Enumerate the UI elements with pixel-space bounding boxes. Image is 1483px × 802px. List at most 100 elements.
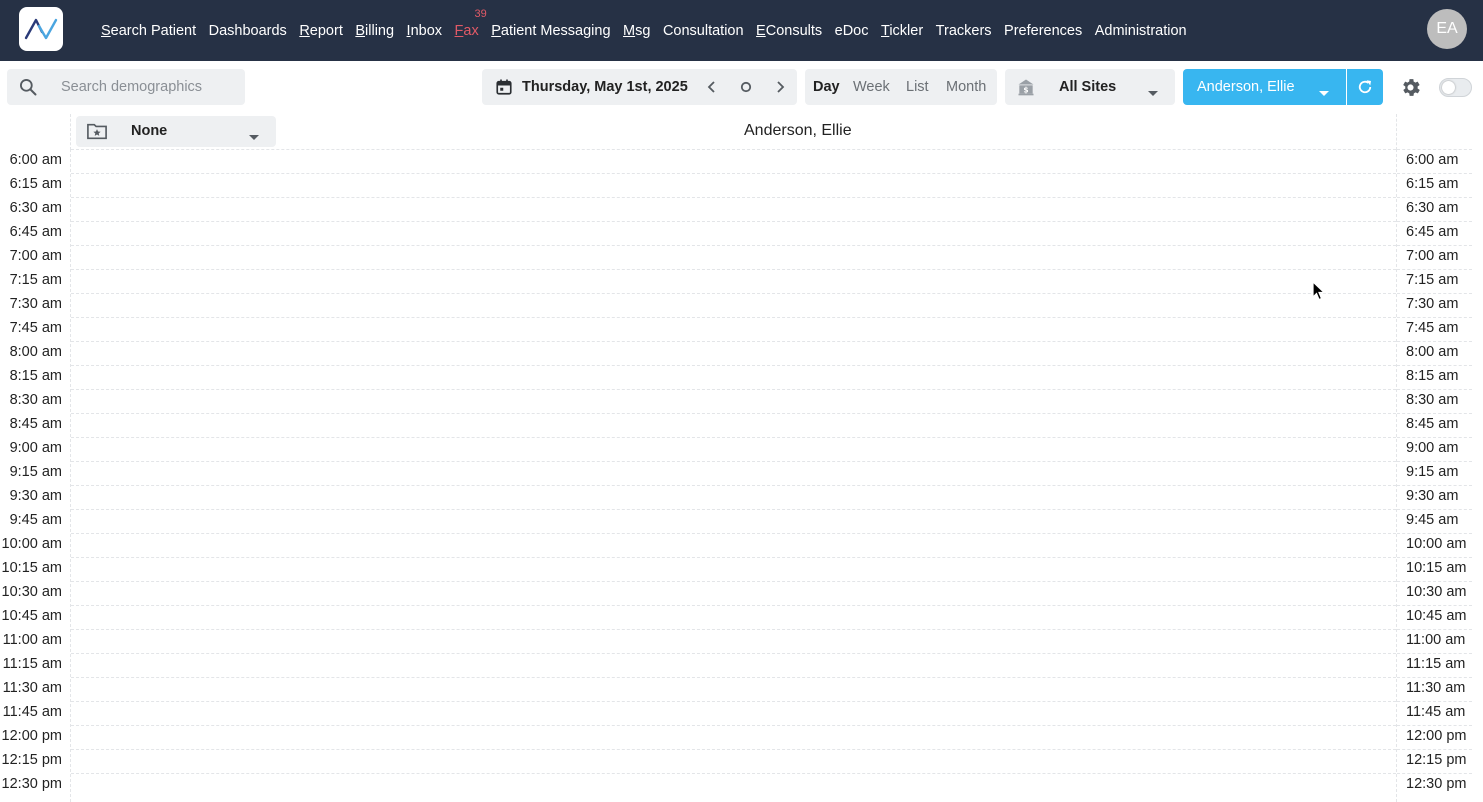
slot-divider bbox=[1397, 581, 1472, 582]
time-label-left: 9:15 am bbox=[9, 464, 62, 480]
appointment-slot[interactable] bbox=[71, 318, 1396, 341]
appointment-slot[interactable] bbox=[71, 366, 1396, 389]
appointment-slot[interactable] bbox=[71, 462, 1396, 485]
time-label-left: 10:15 am bbox=[1, 560, 62, 576]
appointment-slot[interactable] bbox=[71, 270, 1396, 293]
nav-preferences[interactable]: Preferences bbox=[1004, 23, 1082, 39]
appointment-slot[interactable] bbox=[71, 702, 1396, 725]
appointment-slot[interactable] bbox=[71, 294, 1396, 317]
time-label-left: 10:30 am bbox=[1, 584, 62, 600]
appointment-slot[interactable] bbox=[71, 678, 1396, 701]
appointment-slot[interactable] bbox=[71, 390, 1396, 413]
time-slot-row: 8:15 am 8:15 am bbox=[0, 365, 1483, 389]
view-month-button[interactable]: Month bbox=[946, 79, 986, 95]
slot-divider bbox=[1397, 437, 1472, 438]
appointment-slot[interactable] bbox=[71, 606, 1396, 629]
time-label-right: 10:00 am bbox=[1406, 536, 1467, 552]
user-avatar[interactable]: EA bbox=[1427, 9, 1467, 49]
time-label-right: 11:00 am bbox=[1406, 632, 1466, 648]
appointment-slot[interactable] bbox=[71, 774, 1396, 797]
slot-divider bbox=[1397, 245, 1472, 246]
nav-report[interactable]: Report bbox=[299, 23, 343, 39]
caret-down-icon bbox=[248, 128, 260, 146]
previous-day-button[interactable] bbox=[700, 75, 724, 99]
time-slot-row: 7:45 am 7:45 am bbox=[0, 317, 1483, 341]
nav-trackers[interactable]: Trackers bbox=[936, 23, 992, 39]
refresh-icon bbox=[1358, 80, 1372, 94]
appointment-slot[interactable] bbox=[71, 414, 1396, 437]
nav-billing[interactable]: Billing bbox=[355, 23, 394, 39]
time-label-left: 8:15 am bbox=[9, 368, 62, 384]
time-slot-row: 9:30 am 9:30 am bbox=[0, 485, 1483, 509]
time-label-right: 7:45 am bbox=[1406, 320, 1459, 336]
nav-msg[interactable]: Msg bbox=[623, 23, 650, 39]
appointment-slot[interactable] bbox=[71, 630, 1396, 653]
time-label-left: 8:30 am bbox=[9, 392, 62, 408]
appointment-slot[interactable] bbox=[71, 174, 1396, 197]
appointment-slot[interactable] bbox=[71, 750, 1396, 773]
appointment-slot[interactable] bbox=[71, 438, 1396, 461]
appointment-slot[interactable] bbox=[71, 534, 1396, 557]
nav-administration[interactable]: Administration bbox=[1095, 23, 1187, 39]
calendar-icon[interactable] bbox=[495, 78, 513, 101]
refresh-button[interactable] bbox=[1347, 69, 1383, 105]
provider-selector[interactable]: Anderson, Ellie bbox=[1183, 69, 1346, 105]
display-toggle[interactable] bbox=[1439, 78, 1472, 97]
time-slot-row: 8:30 am 8:30 am bbox=[0, 389, 1483, 413]
logo-mark-icon bbox=[24, 18, 58, 40]
appointment-slot[interactable] bbox=[71, 342, 1396, 365]
appointment-slot[interactable] bbox=[71, 558, 1396, 581]
nav-tickler[interactable]: Tickler bbox=[881, 23, 923, 39]
time-slot-row: 6:15 am 6:15 am bbox=[0, 173, 1483, 197]
nav-inbox[interactable]: Inbox bbox=[407, 23, 442, 39]
nav-econsults[interactable]: EConsults bbox=[756, 23, 822, 39]
time-label-left: 12:15 pm bbox=[1, 752, 62, 768]
appointment-slot[interactable] bbox=[71, 582, 1396, 605]
time-label-left: 11:30 am bbox=[2, 680, 62, 696]
folder-star-icon bbox=[86, 121, 108, 146]
nav-dashboards[interactable]: Dashboards bbox=[209, 23, 287, 39]
schedule-grid: 6:00 am 6:00 am 6:15 am 6:15 am 6:30 am 6:30 … bbox=[0, 149, 1483, 802]
nav-search-patient[interactable]: Search Patient bbox=[101, 23, 196, 39]
time-slot-row: 9:15 am 9:15 am bbox=[0, 461, 1483, 485]
time-slot-row: 10:45 am 10:45 am bbox=[0, 605, 1483, 629]
nav-patient-messaging[interactable]: Patient Messaging bbox=[491, 23, 610, 39]
appointment-slot[interactable] bbox=[71, 150, 1396, 173]
nav-edoc[interactable]: eDoc bbox=[835, 23, 869, 39]
time-label-right: 8:45 am bbox=[1406, 416, 1459, 432]
mouse-pointer-icon bbox=[1312, 280, 1326, 306]
view-week-button[interactable]: Week bbox=[853, 79, 890, 95]
slot-divider bbox=[1397, 509, 1472, 510]
appointment-slot[interactable] bbox=[71, 726, 1396, 749]
next-day-button[interactable] bbox=[768, 75, 792, 99]
time-slot-row: 7:00 am 7:00 am bbox=[0, 245, 1483, 269]
appointment-slot[interactable] bbox=[71, 486, 1396, 509]
time-label-left: 11:45 am bbox=[2, 704, 62, 720]
appointment-slot[interactable] bbox=[71, 654, 1396, 677]
schedule-template-selector[interactable]: None bbox=[76, 116, 276, 147]
time-label-left: 12:00 pm bbox=[1, 728, 62, 744]
nav-consultation[interactable]: Consultation bbox=[663, 23, 744, 39]
site-selector[interactable]: $ All Sites bbox=[1005, 69, 1175, 105]
time-slot-row: 12:00 pm 12:00 pm bbox=[0, 725, 1483, 749]
slot-divider bbox=[1397, 269, 1472, 270]
appointment-slot[interactable] bbox=[71, 510, 1396, 533]
app-logo[interactable] bbox=[19, 7, 63, 51]
appointment-slot[interactable] bbox=[71, 246, 1396, 269]
nav-fax[interactable]: Fax 39 bbox=[455, 8, 487, 39]
time-label-right: 12:30 pm bbox=[1406, 776, 1467, 792]
current-date-label[interactable]: Thursday, May 1st, 2025 bbox=[522, 79, 688, 95]
appointment-slot[interactable] bbox=[71, 222, 1396, 245]
appointment-slot[interactable] bbox=[71, 198, 1396, 221]
view-list-button[interactable]: List bbox=[906, 79, 929, 95]
today-button[interactable] bbox=[734, 75, 758, 99]
time-slot-row: 11:30 am 11:30 am bbox=[0, 677, 1483, 701]
time-label-right: 10:45 am bbox=[1406, 608, 1467, 624]
time-label-right: 7:30 am bbox=[1406, 296, 1459, 312]
gear-icon[interactable] bbox=[1399, 76, 1422, 104]
view-day-button[interactable]: Day bbox=[813, 79, 840, 95]
search-input[interactable] bbox=[61, 69, 241, 105]
time-slot-row: 9:00 am 9:00 am bbox=[0, 437, 1483, 461]
time-label-right: 9:15 am bbox=[1406, 464, 1459, 480]
time-slot-row: 11:00 am 11:00 am bbox=[0, 629, 1483, 653]
